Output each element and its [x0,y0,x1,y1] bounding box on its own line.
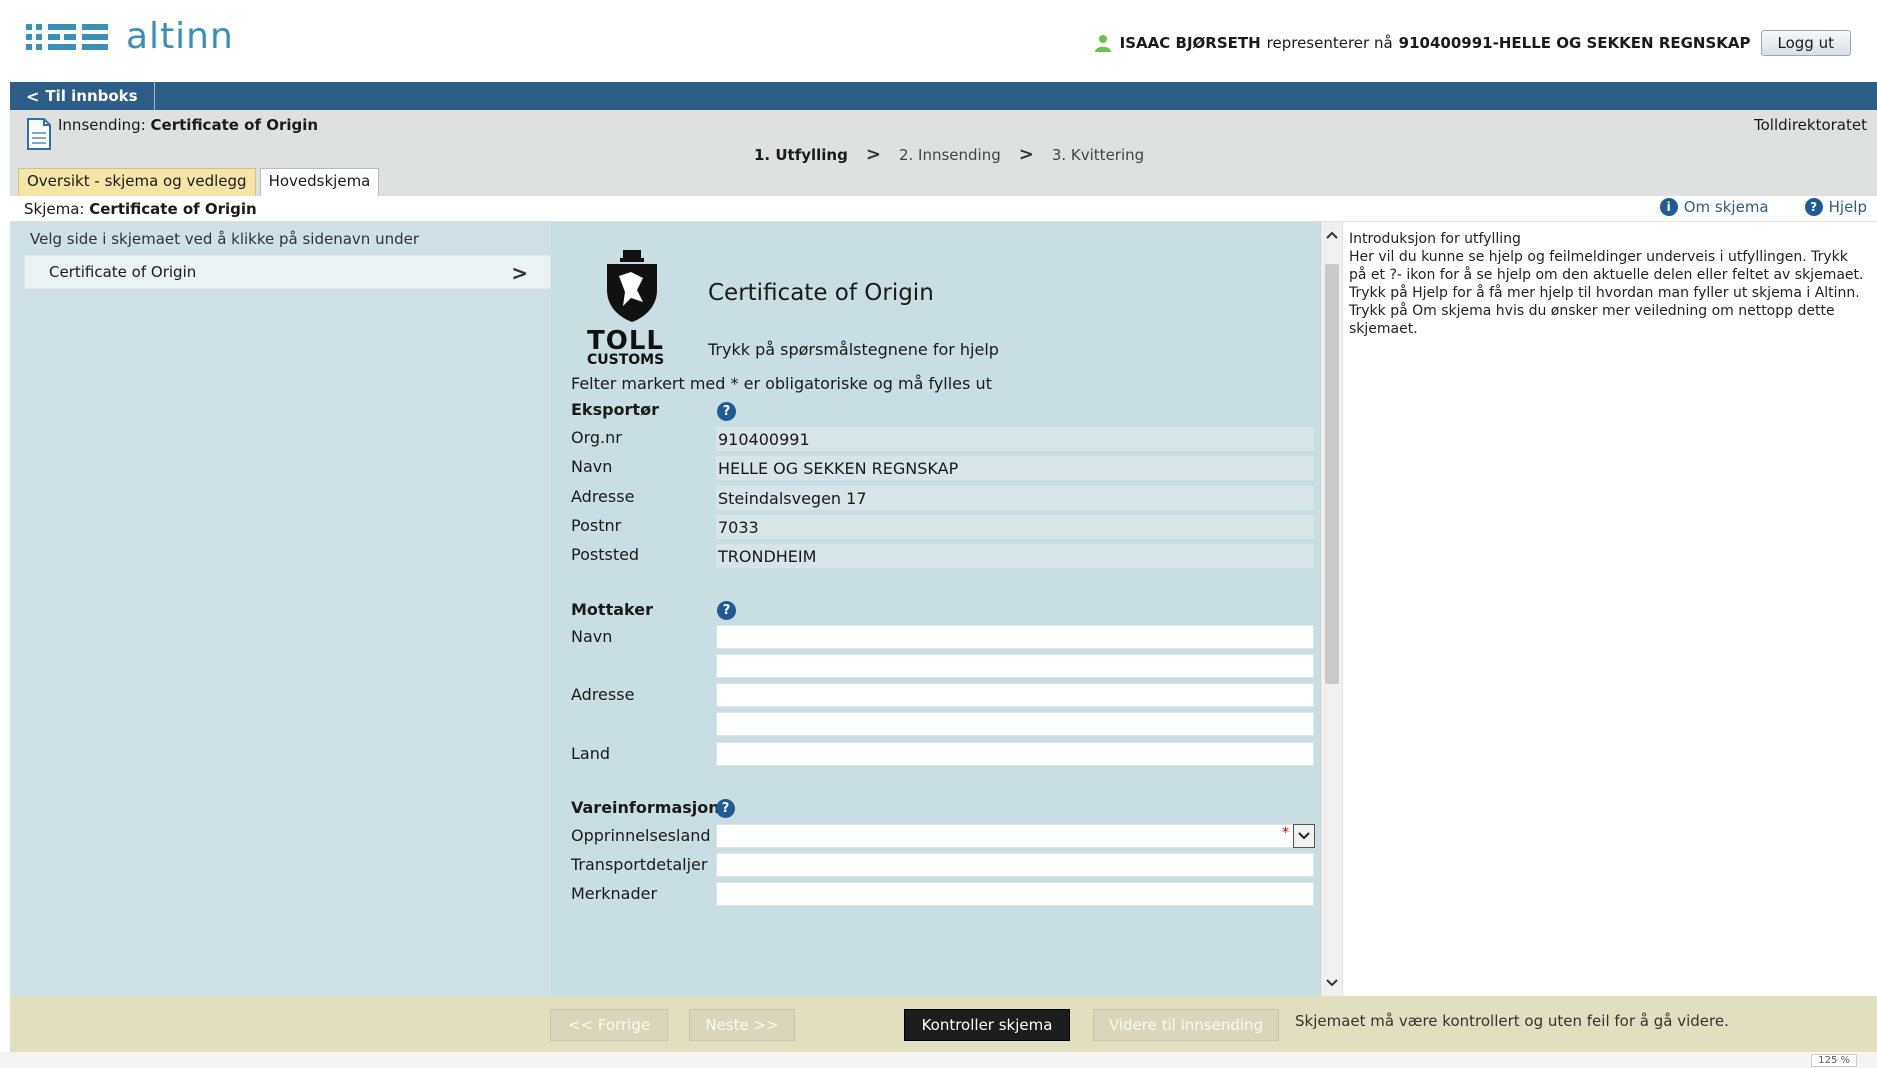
exporter-orgnr-label: Org.nr [571,428,622,447]
receiver-address-input-2[interactable] [716,712,1314,736]
nav-bar: < Til innboks [10,82,1877,110]
submission-title: Innsending: Certificate of Origin [58,116,318,134]
exporter-postnr-field: 7033 [716,515,1314,539]
scroll-down-icon[interactable] [1321,972,1343,994]
schema-name: Certificate of Origin [89,200,257,218]
exporter-poststed-field: TRONDHEIM [716,544,1314,568]
help-icon: ? [1804,198,1823,216]
exporter-name-field: HELLE OG SEKKEN REGNSKAP [716,456,1314,480]
chevron-right-icon: > [1018,144,1034,165]
scroll-thumb[interactable] [1325,264,1339,684]
sub-header: Innsending: Certificate of Origin Tolldi… [10,110,1877,196]
next-button[interactable]: Neste >> [689,1009,795,1041]
progress-steps: 1. Utfylling > 2. Innsending > 3. Kvitte… [754,144,1144,165]
inbox-link[interactable]: < Til innboks [10,82,155,110]
footer-note: Skjemaet må være kontrollert og uten fei… [1295,1012,1729,1030]
toll-crest-logo [607,250,657,322]
about-schema-label: Om skjema [1683,198,1769,216]
receiver-country-input[interactable] [716,742,1314,766]
receiver-name-input[interactable] [716,625,1314,649]
represents-text: representerer nå [1266,34,1393,52]
logo-text: altinn [126,16,234,57]
receiver-address-label: Adresse [571,685,635,704]
altinn-logo[interactable]: altinn [26,16,234,57]
user-name: ISAAC BJØRSETH [1119,34,1261,52]
form-help-hint: Trykk på spørsmålstegnene for hjelp [708,340,999,359]
help-link[interactable]: ? Hjelp [1804,198,1867,216]
notes-input[interactable] [716,882,1314,906]
receiver-address-input[interactable] [716,683,1314,707]
info-icon: i [1659,198,1678,216]
form-scrollbar[interactable] [1320,222,1342,996]
help-label: Hjelp [1828,198,1867,216]
agency-name: Tolldirektoratet [1754,116,1867,134]
page-item-certificate-of-origin[interactable]: Certificate of Origin > [24,255,551,289]
inbox-link-label: Til innboks [45,87,138,105]
exporter-address-field: Steindalsvegen 17 [716,486,1314,510]
help-panel-body: Her vil du kunne se hjelp og feilmelding… [1349,249,1864,337]
submission-prefix: Innsending: [58,116,146,134]
submission-name: Certificate of Origin [150,116,319,134]
logout-button[interactable]: Logg ut [1760,30,1851,56]
goods-section-title: Vareinformasjon [571,798,720,817]
transport-details-label: Transportdetaljer [571,855,708,874]
receiver-help-icon[interactable]: ? [717,601,736,620]
goods-help-icon[interactable]: ? [716,799,735,818]
form-panel: TOLL CUSTOMS Certificate of Origin Trykk… [551,222,1320,996]
chevron-left-icon: < [26,86,40,106]
receiver-country-label: Land [571,744,611,763]
user-icon [1094,35,1111,52]
notes-label: Merknader [571,884,658,903]
transport-details-input[interactable] [716,853,1314,877]
user-area: ISAAC BJØRSETH representerer nå 91040099… [1094,30,1851,56]
exporter-help-icon[interactable]: ? [717,402,736,421]
document-icon [27,118,51,150]
previous-button[interactable]: << Forrige [550,1009,668,1041]
help-panel: Introduksjon for utfylling Her vil du ku… [1342,222,1877,996]
schema-label: Skjema: Certificate of Origin [24,200,257,218]
receiver-name-input-2[interactable] [716,654,1314,678]
exporter-orgnr-field: 910400991 [716,427,1314,451]
exporter-poststed-label: Poststed [571,545,640,564]
represented-org: 910400991-HELLE OG SEKKEN REGNSKAP [1398,34,1751,52]
tab-overview[interactable]: Oversikt - skjema og vedlegg [18,168,256,196]
about-schema-link[interactable]: i Om skjema [1659,198,1769,216]
exporter-address-label: Adresse [571,487,635,506]
form-footer: << Forrige Neste >> Kontroller skjema Vi… [10,996,1877,1052]
status-strip: 125 % [0,1052,1877,1068]
page-navigation-panel: Velg side i skjemaet ved å klikke på sid… [10,222,551,996]
tab-main-form[interactable]: Hovedskjema [259,168,380,196]
customs-logo-text: CUSTOMS [587,352,665,368]
schema-links: i Om skjema ? Hjelp [1659,198,1867,216]
step-submit: 2. Innsending [898,145,1001,164]
altinn-logo-icon [26,23,108,50]
help-panel-title: Introduksjon for utfylling [1349,231,1521,247]
schema-bar: Skjema: Certificate of Origin i Om skjem… [10,196,1877,222]
step-fill: 1. Utfylling [754,145,848,164]
exporter-section-title: Eksportør [571,400,659,419]
help-text: Introduksjon for utfylling Her vil du ku… [1349,230,1864,338]
dropdown-arrow-icon[interactable] [1293,824,1315,848]
step-receipt: 3. Kvittering [1051,145,1145,164]
zoom-level[interactable]: 125 % [1811,1054,1857,1067]
origin-country-select[interactable]: * [716,824,1315,848]
page-item-label: Certificate of Origin [49,263,197,281]
required-fields-note: Felter markert med * er obligatoriske og… [571,374,992,393]
required-marker: * [1282,825,1289,841]
scroll-up-icon[interactable] [1321,224,1343,246]
tab-bar: Oversikt - skjema og vedlegg Hovedskjema [18,168,380,196]
receiver-name-label: Navn [571,627,613,646]
origin-country-label: Opprinnelsesland [571,826,711,845]
page-navigation-hint: Velg side i skjemaet ved å klikke på sid… [30,230,420,248]
exporter-postnr-label: Postnr [571,516,622,535]
exporter-name-label: Navn [571,457,613,476]
chevron-right-icon: > [865,144,881,165]
receiver-section-title: Mottaker [571,600,653,619]
schema-prefix: Skjema: [24,200,85,218]
top-header: altinn ISAAC BJØRSETH representerer nå 9… [0,0,1877,82]
proceed-to-submission-button[interactable]: Videre til innsending [1093,1009,1279,1041]
chevron-right-icon: > [511,261,528,285]
check-form-button[interactable]: Kontroller skjema [904,1009,1070,1041]
form-title: Certificate of Origin [708,280,934,306]
